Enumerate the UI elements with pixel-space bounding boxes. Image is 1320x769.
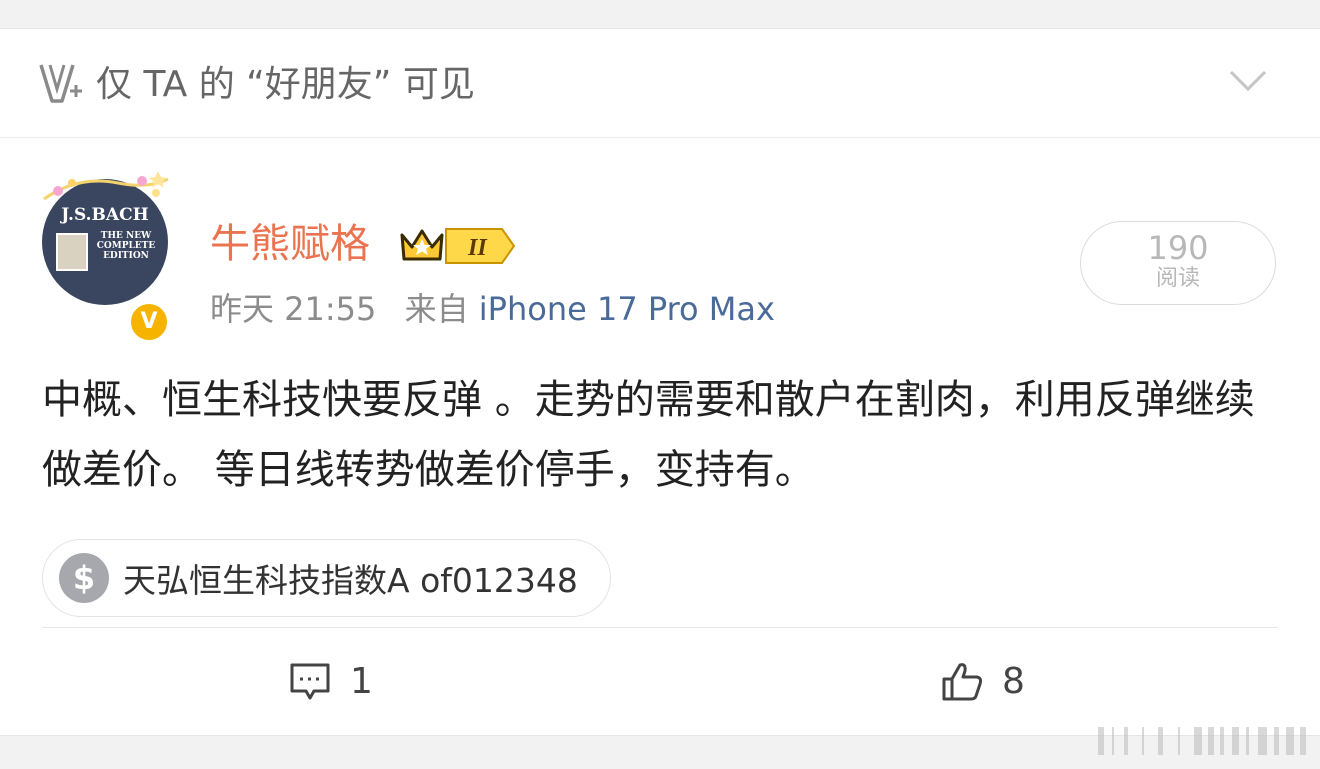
dollar-icon: $ [59,553,109,603]
barcode-watermark-icon [1098,727,1306,755]
source-prefix: 来自 [404,290,469,328]
avatar-portrait [56,233,88,271]
verified-badge: V [128,301,170,343]
chevron-down-icon[interactable] [1228,67,1268,95]
footer-divider [42,627,1278,628]
like-count: 8 [1002,660,1025,702]
avatar-subtitle: THE NEW COMPLETE EDITION [96,231,156,261]
crown-level-icon[interactable]: II [398,225,516,267]
sparkle-decoration-icon [43,171,169,201]
visibility-label: 仅 TA 的 “好朋友” 可见 [96,64,475,105]
read-count: 190 [1147,229,1209,267]
post-body: 中概、恒生科技快要反弹 。走势的需要和散户在割肉，利用反弹继续做差价。 等日线转… [42,377,1255,493]
post-meta: 昨天 21:55 来自 iPhone 17 Pro Max [210,289,775,329]
read-label: 阅读 [1155,266,1200,291]
fund-tag[interactable]: $ 天弘恒生科技指数A of012348 [42,539,611,617]
like-button[interactable]: 8 [940,659,1025,703]
read-count-badge: 190 阅读 [1080,221,1276,305]
post-time: 昨天 21:55 [210,290,377,328]
comment-button[interactable]: 1 [288,659,373,703]
thumbs-up-icon [942,663,983,701]
visibility-bar[interactable]: 仅 TA 的 “好朋友” 可见 [0,29,1320,138]
device-link[interactable]: iPhone 17 Pro Max [479,290,775,328]
comment-icon [290,663,330,700]
username[interactable]: 牛熊赋格 [210,219,370,269]
post-card: 仅 TA 的 “好朋友” 可见 J.S.BACH THE NEW COMPLET… [0,28,1320,736]
avatar[interactable]: J.S.BACH THE NEW COMPLETE EDITION [42,171,169,305]
level-badge-text: II [467,235,488,261]
comment-count: 1 [350,660,373,702]
v-plus-icon [39,64,82,103]
fund-tag-label: 天弘恒生科技指数A of012348 [123,561,578,600]
